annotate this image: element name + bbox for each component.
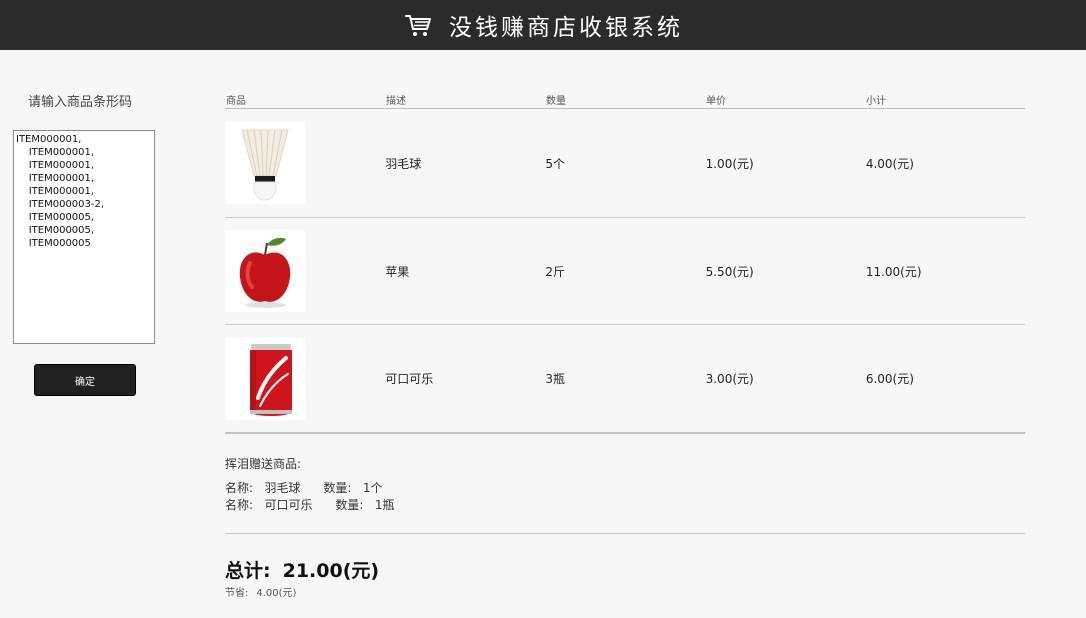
apple-image <box>225 230 305 312</box>
row-subtotal: 11.00(元) <box>865 264 922 279</box>
gift-name-label: 名称: <box>225 481 254 495</box>
cart-table: 商品 描述 数量 单价 小计 羽毛球 5个 1.00(元) 4.00(元) 苹果… <box>225 90 1025 434</box>
row-quantity: 2斤 <box>545 264 566 279</box>
app-header: 没钱赚商店收银系统 <box>0 0 1086 50</box>
summary-divider <box>225 533 1025 534</box>
gift-name: 羽毛球 <box>264 481 301 495</box>
row-unit-price: 3.00(元) <box>705 372 754 386</box>
row-description: 羽毛球 <box>385 156 422 171</box>
row-quantity: 3瓶 <box>545 372 566 386</box>
header-quantity: 数量 <box>546 96 566 107</box>
gift-qty-label: 数量: <box>323 481 352 495</box>
app-title: 没钱赚商店收银系统 <box>449 15 683 41</box>
confirm-button[interactable]: 确定 <box>34 364 136 396</box>
gift-name-label: 名称: <box>225 498 254 512</box>
barcode-textarea[interactable] <box>13 130 155 344</box>
row-quantity: 5个 <box>545 156 566 171</box>
row-description: 苹果 <box>385 264 410 279</box>
saved-label: 节省: <box>225 588 249 599</box>
gift-item: 名称: 羽毛球 数量: 1个 <box>225 479 383 496</box>
gift-item: 名称: 可口可乐 数量: 1瓶 <box>225 496 395 513</box>
row-unit-price: 5.50(元) <box>705 264 754 279</box>
gift-qty-label: 数量: <box>335 498 364 512</box>
table-header: 商品 描述 数量 单价 小计 <box>225 90 1025 109</box>
saved-value: 4.00(元) <box>256 588 297 599</box>
gift-qty: 1个 <box>362 481 383 495</box>
header-unit-price: 单价 <box>706 96 726 107</box>
table-row: 羽毛球 5个 1.00(元) 4.00(元) <box>225 109 1025 218</box>
table-row: 苹果 2斤 5.50(元) 11.00(元) <box>225 218 1025 325</box>
header-product: 商品 <box>226 96 246 107</box>
shuttlecock-image <box>225 122 305 204</box>
row-subtotal: 6.00(元) <box>865 372 914 386</box>
gift-qty: 1瓶 <box>374 498 395 512</box>
row-subtotal: 4.00(元) <box>865 156 914 171</box>
shopping-cart-icon <box>405 15 431 36</box>
gift-section-title: 挥泪赠送商品: <box>225 457 302 471</box>
cola-can-image <box>225 337 305 420</box>
total-value: 21.00(元) <box>282 560 380 582</box>
table-row: 可口可乐 3瓶 3.00(元) 6.00(元) <box>225 325 1025 434</box>
row-description: 可口可乐 <box>385 372 434 386</box>
total-line: 总计: 21.00(元) <box>225 556 379 583</box>
header-description: 描述 <box>386 96 406 107</box>
barcode-input-label: 请输入商品条形码 <box>28 95 133 110</box>
header-subtotal: 小计 <box>866 96 886 107</box>
saved-line: 节省: 4.00(元) <box>225 584 296 599</box>
total-label: 总计: <box>225 560 271 582</box>
row-unit-price: 1.00(元) <box>705 156 754 171</box>
gift-name: 可口可乐 <box>264 498 313 512</box>
